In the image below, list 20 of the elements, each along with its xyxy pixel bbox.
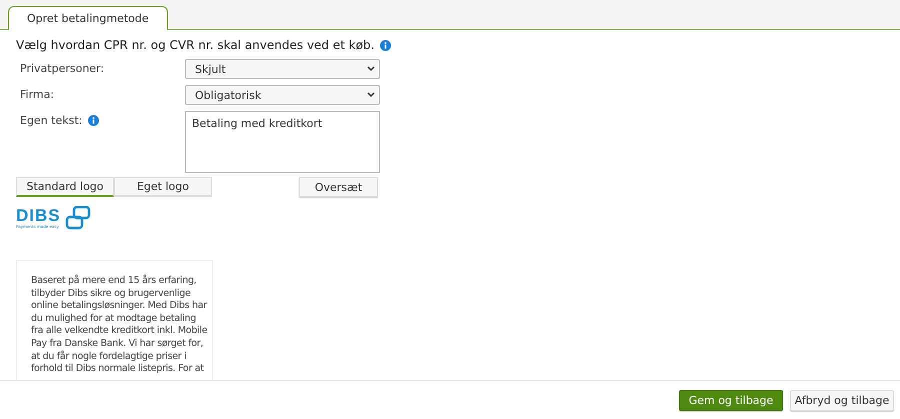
logo-icon: [64, 206, 91, 230]
text-area[interactable]: Betaling med kreditkort: [185, 111, 380, 173]
save-button[interactable]: Gem og tilbage: [679, 390, 783, 410]
description-text: Baseret på mere end 15 års erfaring, tilbyder Dibs sikre og brugervenlige online betalingsløsninger. Med Dibs har du mulighed for at modtage betaling fra alle velkendte kreditkort inkl. Mobile Pay fra Danske Bank. Vi har sørget for, at du får nogle fordelagtige priser i forhold til Dibs normale listepris. For at: [31, 275, 208, 376]
cancel-button[interactable]: Afbryd og tilbage: [790, 390, 894, 410]
logo-tab[interactable]: Eget logo: [114, 177, 212, 197]
logo-name: DIBS: [16, 207, 61, 224]
field-label: Firma:: [20, 88, 54, 100]
info-icon: [380, 40, 392, 50]
translate-button[interactable]: Oversæt: [299, 177, 378, 197]
heading: Vælg hvordan CPR nr. og CVR nr. skal anvendes ved et køb.: [16, 38, 374, 52]
logo-tab[interactable]: Standard logo: [16, 177, 114, 197]
info-icon: [88, 114, 100, 126]
tab[interactable]: Opret betalingmetode: [8, 6, 168, 30]
field-label: Egen tekst:: [20, 114, 82, 126]
caret-icon: [367, 66, 375, 72]
caret-icon: [367, 92, 375, 98]
select-field[interactable]: Obligatorisk: [185, 85, 380, 105]
field-label: Privatpersoner:: [20, 62, 104, 74]
select-field[interactable]: Skjult: [185, 59, 380, 79]
